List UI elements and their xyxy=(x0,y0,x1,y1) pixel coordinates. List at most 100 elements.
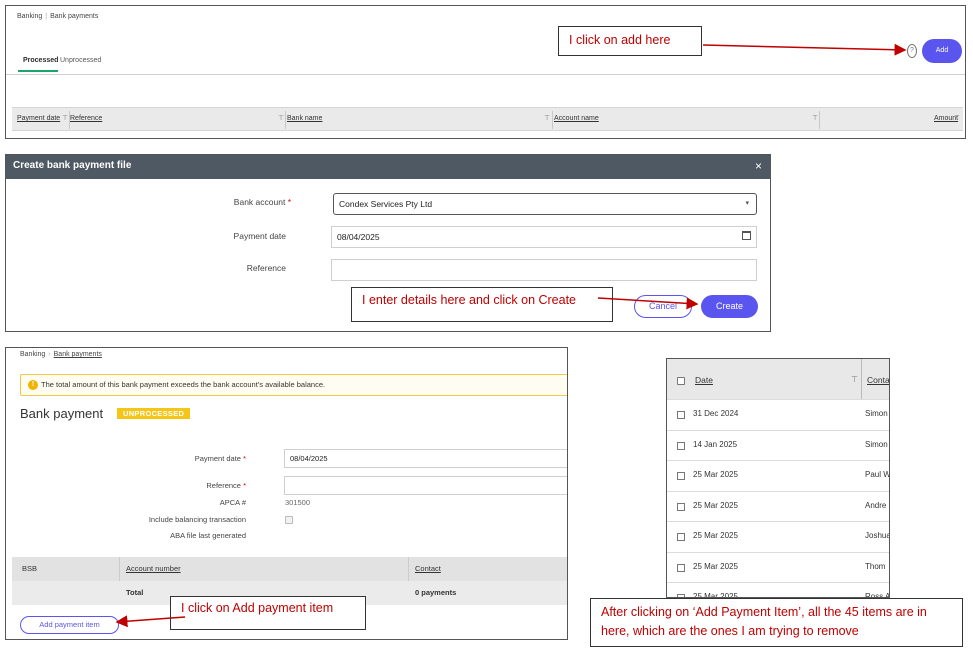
breadcrumb: Banking | Bank payments xyxy=(17,13,99,20)
reference-label: Reference xyxy=(246,263,286,273)
apca-value: 301500 xyxy=(285,498,311,507)
apca-label: APCA # xyxy=(219,498,246,507)
payment-date-field[interactable]: 08/04/2025 xyxy=(331,226,757,248)
tabs-divider xyxy=(6,74,965,75)
row-checkbox[interactable] xyxy=(677,563,685,572)
filter-icon[interactable]: ⊤ xyxy=(62,114,68,122)
column-contact[interactable]: Contact xyxy=(415,564,441,573)
close-icon[interactable]: × xyxy=(755,159,762,173)
dialog-title: Create bank payment file xyxy=(6,155,770,179)
item-contact: Joshua xyxy=(865,531,890,540)
callout-add-payment-item: I click on Add payment item xyxy=(170,596,366,630)
tab-active-indicator xyxy=(18,70,58,72)
help-icon[interactable]: ? xyxy=(907,44,917,58)
column-account-name[interactable]: Account name xyxy=(554,115,599,122)
filter-icon[interactable]: ⊤ xyxy=(954,114,960,122)
column-separator xyxy=(552,111,553,129)
grid-header: Payment date ⊤ Reference ⊤ Bank name ⊤ A… xyxy=(12,107,963,131)
filter-icon[interactable]: ⊤ xyxy=(544,114,550,122)
aba-label: ABA file last generated xyxy=(170,531,246,540)
list-item[interactable]: 31 Dec 2024 Simon xyxy=(667,399,889,430)
callout-items-list: After clicking on ‘Add Payment Item’, al… xyxy=(590,598,963,647)
status-badge: UNPROCESSED xyxy=(117,408,191,419)
items-list-header: Date ⊤ Conta xyxy=(667,359,889,399)
add-payment-item-button[interactable]: Add payment item xyxy=(20,616,119,634)
item-date: 14 Jan 2025 xyxy=(693,439,738,449)
column-separator xyxy=(819,111,820,129)
column-bsb[interactable]: BSB xyxy=(22,564,37,573)
callout-enter-details: I enter details here and click on Create xyxy=(351,287,613,322)
row-checkbox[interactable] xyxy=(677,441,685,450)
balancing-label: Include balancing transaction xyxy=(148,515,246,524)
filter-icon[interactable]: ⊤ xyxy=(851,375,858,384)
row-checkbox[interactable] xyxy=(677,411,685,419)
cancel-button[interactable]: Cancel xyxy=(634,295,692,318)
reference-label: Reference * xyxy=(206,481,246,490)
page-title: Bank payment xyxy=(20,406,104,421)
add-button[interactable]: Add xyxy=(922,39,962,63)
item-date: 25 Mar 2025 xyxy=(693,470,738,479)
column-separator xyxy=(119,557,120,581)
payment-date-label: Payment date * xyxy=(194,454,246,463)
item-date: 25 Mar 2025 xyxy=(693,561,738,571)
item-contact: Paul W xyxy=(865,470,890,479)
item-contact: Simon xyxy=(865,409,888,418)
list-item[interactable]: 25 Mar 2025 Ross A xyxy=(667,582,889,597)
column-bank-name[interactable]: Bank name xyxy=(287,115,322,122)
select-all-checkbox[interactable] xyxy=(677,377,685,385)
item-contact: Thom xyxy=(865,561,886,571)
breadcrumb-banking[interactable]: Banking xyxy=(20,351,45,358)
list-item[interactable]: 25 Mar 2025 Andre xyxy=(667,490,889,522)
item-contact: Simon xyxy=(865,439,888,449)
column-reference[interactable]: Reference xyxy=(70,115,102,122)
column-separator xyxy=(408,557,409,581)
reference-field[interactable] xyxy=(284,476,567,495)
alert-text: The total amount of this bank payment ex… xyxy=(41,380,326,389)
row-checkbox[interactable] xyxy=(677,472,685,480)
list-item[interactable]: 25 Mar 2025 Thom xyxy=(667,551,889,583)
warning-icon: ! xyxy=(28,380,38,390)
payment-date-field[interactable]: 08/04/2025 xyxy=(284,449,567,468)
row-checkbox[interactable] xyxy=(677,533,685,541)
item-date: 25 Mar 2025 xyxy=(693,531,738,540)
bank-account-value: Condex Services Pty Ltd xyxy=(339,199,433,209)
item-contact: Andre xyxy=(865,500,887,510)
row-checkbox[interactable] xyxy=(677,502,685,511)
item-date: 31 Dec 2024 xyxy=(693,409,739,418)
item-date: 25 Mar 2025 xyxy=(693,500,738,510)
column-separator xyxy=(285,111,286,129)
breadcrumb: Banking › Bank payments xyxy=(20,351,102,358)
reference-field[interactable] xyxy=(331,259,757,281)
filter-icon[interactable]: ⊤ xyxy=(278,114,284,122)
payment-date-value: 08/04/2025 xyxy=(337,232,380,242)
create-button[interactable]: Create xyxy=(701,295,758,318)
filter-icon[interactable]: ⊤ xyxy=(812,114,818,122)
bank-account-select[interactable]: Condex Services Pty Ltd ▾ xyxy=(333,193,757,215)
breadcrumb-bank-payments[interactable]: Bank payments xyxy=(50,13,98,20)
calendar-icon[interactable] xyxy=(742,231,751,240)
dialog-title-text: Create bank payment file xyxy=(13,160,132,171)
list-item[interactable]: 25 Mar 2025 Joshua xyxy=(667,521,890,552)
breadcrumb-banking[interactable]: Banking xyxy=(17,13,42,20)
total-payments: 0 payments xyxy=(415,588,457,597)
balance-warning-alert: ! The total amount of this bank payment … xyxy=(20,374,567,396)
callout-click-add: I click on add here xyxy=(558,26,702,56)
bank-account-label: Bank account * xyxy=(233,197,291,207)
list-item[interactable]: 25 Mar 2025 Paul W xyxy=(667,460,890,491)
column-date[interactable]: Date xyxy=(695,375,713,385)
payment-date-label: Payment date xyxy=(233,231,286,241)
column-payment-date[interactable]: Payment date xyxy=(17,115,60,122)
column-separator xyxy=(861,359,862,399)
balancing-checkbox[interactable] xyxy=(285,516,293,524)
list-item[interactable]: 14 Jan 2025 Simon xyxy=(667,429,889,461)
column-contact[interactable]: Conta xyxy=(867,375,889,385)
column-account-number[interactable]: Account number xyxy=(126,564,181,573)
payment-items-header: BSB Account number Contact xyxy=(12,557,567,581)
chevron-down-icon: ▾ xyxy=(745,200,749,207)
bank-payments-list-panel: Banking | Bank payments Processed Unproces… xyxy=(5,5,966,139)
tab-processed[interactable]: Processed xyxy=(23,57,58,64)
total-label: Total xyxy=(126,588,144,597)
tab-unprocessed[interactable]: Unprocessed xyxy=(60,57,101,64)
payment-items-list-panel: Date ⊤ Conta 31 Dec 2024 Simon 14 Jan 2025… xyxy=(666,358,890,598)
breadcrumb-bank-payments[interactable]: Bank payments xyxy=(54,351,102,358)
